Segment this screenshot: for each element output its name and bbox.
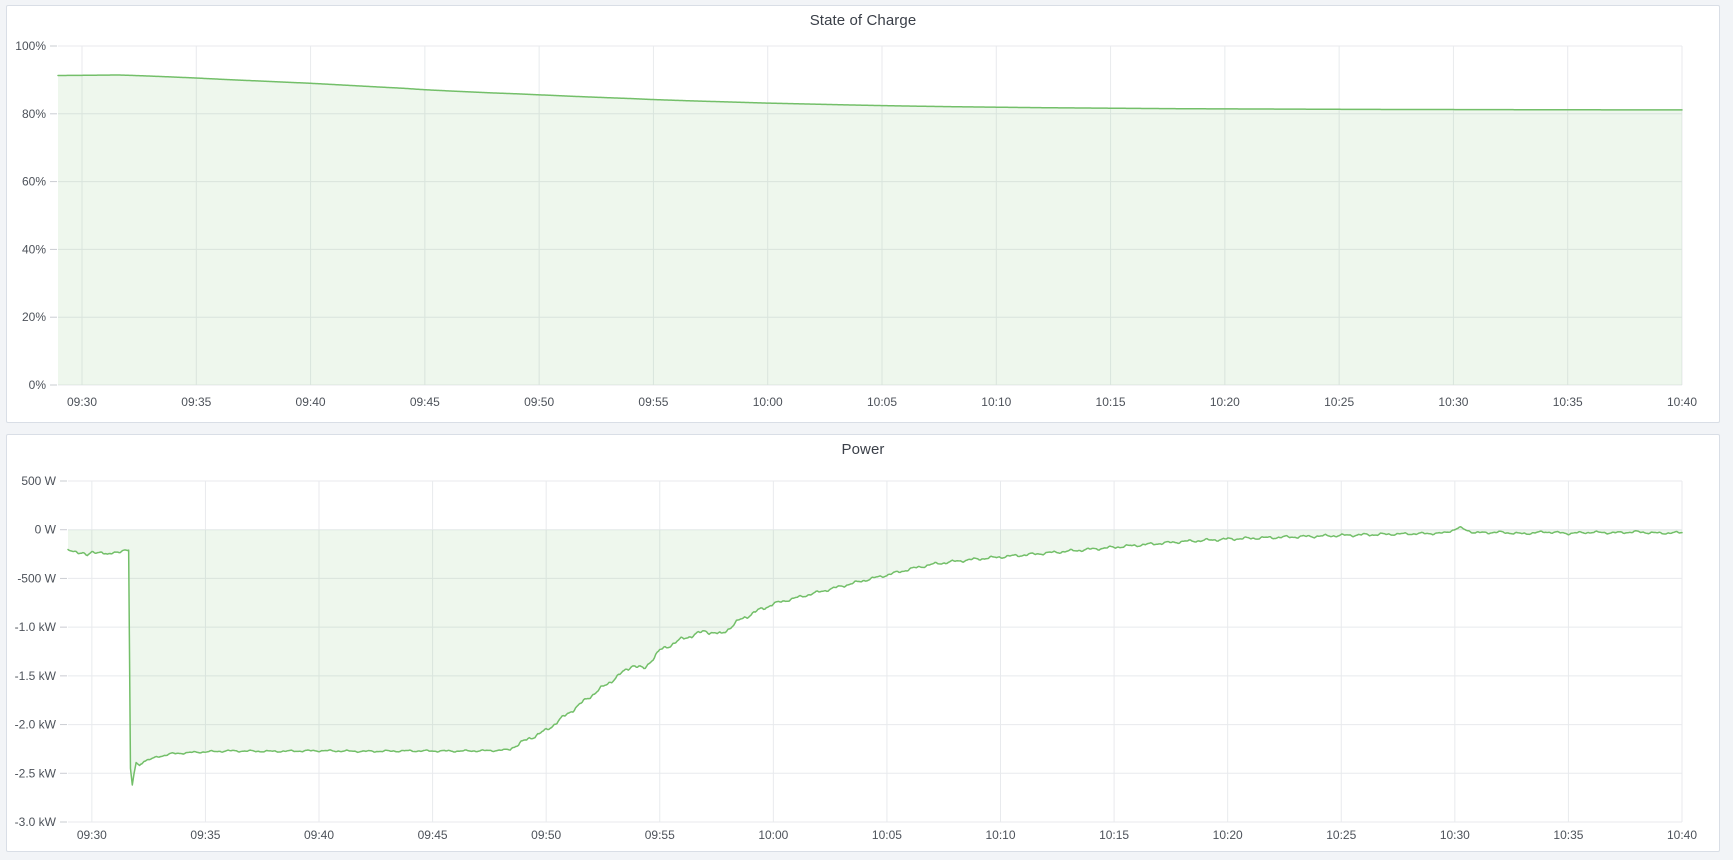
- x-axis-tick-label: 10:15: [1099, 828, 1129, 842]
- x-axis-tick-label: 09:40: [304, 828, 334, 842]
- state-of-charge-chart[interactable]: 0% 20% 40% 60% 80% 100% 09:30 09:35 09:40 09:45 09…: [7, 6, 1719, 422]
- y-axis-tick-label: 0%: [29, 378, 47, 392]
- y-axis-tick-label: -2.5 kW: [15, 766, 57, 780]
- x-axis-tick-label: 10:20: [1213, 828, 1243, 842]
- y-axis-tick-label: -1.5 kW: [15, 669, 57, 683]
- x-axis-tick-label: 10:20: [1210, 395, 1240, 409]
- x-axis-tick-label: 09:30: [77, 828, 107, 842]
- x-axis-tick-label: 09:50: [524, 395, 554, 409]
- x-axis-tick-label: 09:45: [410, 395, 440, 409]
- x-axis-tick-label: 10:05: [872, 828, 902, 842]
- x-axis-tick-label: 10:05: [867, 395, 897, 409]
- x-axis-tick-label: 10:40: [1667, 828, 1697, 842]
- x-axis-tick-label: 10:00: [753, 395, 783, 409]
- x-axis-tick-label: 09:40: [296, 395, 326, 409]
- x-axis-tick-label: 10:40: [1667, 395, 1697, 409]
- x-axis-tick-label: 10:10: [985, 828, 1015, 842]
- y-axis-tick-label: 40%: [22, 242, 46, 256]
- panel-power: Power 500 W0 W-500 W-1.0 kW-1.5 kW-2.0 k…: [6, 434, 1720, 852]
- x-axis-tick-label: 10:15: [1096, 395, 1126, 409]
- x-axis-tick-label: 10:00: [758, 828, 788, 842]
- y-axis-tick-label: 500 W: [21, 474, 56, 488]
- x-axis-tick-label: 10:35: [1553, 395, 1583, 409]
- x-axis-tick-label: 10:35: [1553, 828, 1583, 842]
- x-axis-tick-label: 09:55: [638, 395, 668, 409]
- x-axis-tick-label: 09:55: [645, 828, 675, 842]
- x-axis-tick-label: 09:35: [190, 828, 220, 842]
- series-fill: [58, 75, 1682, 385]
- y-axis-tick-label: 80%: [22, 107, 46, 121]
- x-axis-tick-label: 10:25: [1324, 395, 1354, 409]
- y-axis-tick-label: 60%: [22, 175, 46, 189]
- x-axis-tick-label: 10:25: [1326, 828, 1356, 842]
- x-axis-tick-label: 10:30: [1440, 828, 1470, 842]
- y-axis-tick-label: -2.0 kW: [15, 718, 57, 732]
- y-axis-tick-label: 100%: [15, 39, 46, 53]
- x-axis-tick-label: 10:10: [981, 395, 1011, 409]
- y-axis-tick-label: 20%: [22, 310, 46, 324]
- x-axis-tick-label: 10:30: [1438, 395, 1468, 409]
- x-axis-tick-label: 09:30: [67, 395, 97, 409]
- y-axis-tick-label: -3.0 kW: [15, 815, 57, 829]
- x-axis-tick-label: 09:50: [531, 828, 561, 842]
- panel-state-of-charge: State of Charge 0%20%40%60%80%100%09:300…: [6, 5, 1720, 423]
- y-axis-tick-label: -1.0 kW: [15, 620, 57, 634]
- x-axis-tick-label: 09:45: [418, 828, 448, 842]
- x-axis-tick-label: 09:35: [181, 395, 211, 409]
- power-chart[interactable]: 500 W 0 W -500 W -1.0 kW -1.5 kW -2.0 kW -2.5 …: [7, 435, 1719, 851]
- y-axis-tick-label: 0 W: [35, 523, 57, 537]
- series-fill: [68, 527, 1682, 785]
- y-axis-tick-label: -500 W: [17, 571, 56, 585]
